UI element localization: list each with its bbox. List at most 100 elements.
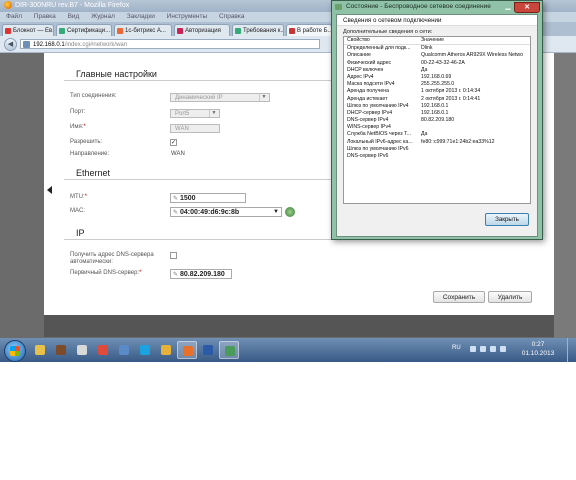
- details-table[interactable]: Свойство Значение Определенный для подк.…: [343, 36, 531, 204]
- show-desktop-button[interactable]: [567, 338, 576, 362]
- value-cell: Qualcomm Atheros AR929X Wireless Netwo: [421, 52, 524, 59]
- conn-type-select[interactable]: Динамический IP ▼: [170, 93, 270, 102]
- taskbar-network-status-button[interactable]: [219, 341, 239, 359]
- table-row[interactable]: Аренда получена 1 октября 2013 г. 0:14:34: [344, 88, 530, 95]
- url-bar[interactable]: 192.168.0.1/index.cgi#network/wan: [20, 39, 320, 49]
- paint-icon: [161, 345, 171, 355]
- menu-history[interactable]: Журнал: [91, 13, 115, 20]
- delete-button[interactable]: Удалить: [488, 291, 532, 303]
- network-status-dialog: Состояние - Беспроводное сетевое соедине…: [331, 0, 543, 240]
- clock-time[interactable]: 0:27: [518, 341, 558, 348]
- section-ip: IP: [76, 228, 85, 238]
- save-button[interactable]: Сохранить: [433, 291, 485, 303]
- close-button[interactable]: Закрыть: [485, 213, 529, 226]
- tab-authorization[interactable]: Авторизация: [174, 24, 230, 36]
- clone-mac-icon[interactable]: [285, 207, 295, 217]
- minimize-icon[interactable]: ▁: [502, 2, 514, 11]
- taskbar-calendar-button[interactable]: [72, 341, 92, 359]
- col-value[interactable]: Значение: [421, 37, 530, 44]
- site-identity-icon: [23, 41, 30, 48]
- value-cell: Да: [421, 131, 428, 138]
- menu-view[interactable]: Вид: [68, 13, 80, 20]
- taskbar-explorer-button[interactable]: [30, 341, 50, 359]
- tab-requirements[interactable]: Требования к...: [232, 24, 284, 36]
- table-row[interactable]: Локальный IPv6-адрес ка... fe80::c999:71e…: [344, 139, 530, 146]
- table-row[interactable]: WINS-сервер IPv4: [344, 124, 530, 131]
- taskbar-paint-button[interactable]: [156, 341, 176, 359]
- tray-network-icon[interactable]: [490, 346, 496, 352]
- tray-flag-icon[interactable]: [480, 346, 486, 352]
- table-row[interactable]: Шлюз по умолчанию IPv4 192.168.0.1: [344, 103, 530, 110]
- table-row[interactable]: Служба NetBIOS через Т... Да: [344, 131, 530, 138]
- tab-in-progress[interactable]: В работе Б...: [286, 24, 332, 36]
- mac-input[interactable]: ✎ 04:00:49:d6:9c:8b ▼: [170, 207, 282, 217]
- taskbar-media-button[interactable]: [51, 341, 71, 359]
- required-mark: *: [83, 124, 86, 130]
- taskbar-network-button[interactable]: [114, 341, 134, 359]
- chevron-down-icon: ▼: [259, 94, 268, 101]
- port-label: Порт:: [70, 109, 86, 115]
- table-row[interactable]: DNS-сервер IPv4 80.82.209.180: [344, 117, 530, 124]
- table-row[interactable]: Адрес IPv4 192.168.0.69: [344, 74, 530, 81]
- skype-icon: [140, 345, 150, 355]
- left-arrow-icon[interactable]: [47, 186, 52, 194]
- close-icon[interactable]: ✕: [514, 2, 540, 13]
- taskbar: RU 0:27 01.10.2013: [0, 338, 576, 362]
- chevron-down-icon: ▼: [209, 110, 218, 117]
- menu-help[interactable]: Справка: [219, 13, 245, 20]
- menu-file[interactable]: Файл: [6, 13, 22, 20]
- table-row[interactable]: DHCP-сервер IPv4 192.168.0.1: [344, 110, 530, 117]
- auto-dns-checkbox[interactable]: [170, 252, 177, 259]
- chevron-down-icon: ▼: [273, 209, 279, 215]
- start-button[interactable]: [4, 340, 26, 362]
- table-row[interactable]: Описание Qualcomm Atheros AR929X Wireless…: [344, 52, 530, 59]
- table-row[interactable]: Определенный для подк... Dlink: [344, 45, 530, 52]
- value-cell: 00-22-43-32-46-2A: [421, 59, 465, 66]
- dialog-body: Сведения о сетевом подключении Дополните…: [336, 14, 538, 237]
- enable-checkbox[interactable]: ✓: [170, 139, 177, 146]
- enable-label: Разрешить:: [70, 139, 103, 145]
- menu-tools[interactable]: Инструменты: [167, 13, 208, 20]
- page-scrollbar[interactable]: [554, 53, 576, 338]
- table-row[interactable]: Маска подсети IPv4 255.255.255.0: [344, 81, 530, 88]
- dialog-titlebar[interactable]: Состояние - Беспроводное сетевое соедине…: [332, 1, 542, 13]
- language-indicator[interactable]: RU: [452, 345, 461, 351]
- value-cell: 255.255.255.0: [421, 81, 455, 88]
- table-row[interactable]: DHCP включен Да: [344, 67, 530, 74]
- tab-bitrix[interactable]: 1с-битрикс А...: [114, 24, 172, 36]
- property-cell: Определенный для подк...: [347, 45, 411, 52]
- col-property[interactable]: Свойство: [347, 37, 419, 44]
- taskbar-skype-button[interactable]: [135, 341, 155, 359]
- value-cell: 80.82.209.180: [421, 117, 455, 124]
- wireless-icon: [335, 4, 342, 10]
- tray-arrow-icon[interactable]: [470, 346, 476, 352]
- table-row[interactable]: DNS-сервер IPv6: [344, 153, 530, 160]
- taskbar-word-button[interactable]: [198, 341, 218, 359]
- direction-value: WAN: [171, 151, 185, 157]
- tray-volume-icon[interactable]: [500, 346, 506, 352]
- back-arrow-icon[interactable]: ◀: [4, 38, 17, 51]
- mtu-input[interactable]: ✎ 1500: [170, 193, 246, 203]
- name-field[interactable]: WAN: [170, 124, 220, 133]
- auto-dns-label-2: автоматически:: [70, 259, 113, 265]
- property-cell: Служба NetBIOS через Т...: [347, 131, 412, 138]
- name-label-text: Имя:: [70, 124, 84, 130]
- menu-edit[interactable]: Правка: [34, 13, 56, 20]
- clock-date[interactable]: 01.10.2013: [518, 350, 558, 357]
- menu-bookmarks[interactable]: Закладки: [127, 13, 155, 20]
- tab-certification[interactable]: Сертификаци...: [56, 24, 112, 36]
- primary-dns-input[interactable]: ✎ 80.82.209.180: [170, 269, 232, 279]
- table-row[interactable]: Шлюз по умолчанию IPv6: [344, 146, 530, 153]
- table-row[interactable]: Физический адрес 00-22-43-32-46-2A: [344, 60, 530, 67]
- media-icon: [56, 345, 66, 355]
- taskbar-chrome-button[interactable]: [93, 341, 113, 359]
- pencil-icon: ✎: [173, 210, 179, 216]
- property-cell: Шлюз по умолчанию IPv6: [347, 145, 409, 152]
- primary-dns-label-text: Первичный DNS-сервер:: [70, 270, 140, 276]
- tab-notepad[interactable]: Блокнот — Ев...: [2, 24, 54, 36]
- table-row[interactable]: Аренда истекает 2 октября 2013 г. 0:14:41: [344, 96, 530, 103]
- value-cell: 192.168.0.69: [421, 73, 452, 80]
- property-cell: DHCP-сервер IPv4: [347, 109, 393, 116]
- port-select[interactable]: Port5 ▼: [170, 109, 220, 118]
- taskbar-firefox-button[interactable]: [177, 341, 197, 359]
